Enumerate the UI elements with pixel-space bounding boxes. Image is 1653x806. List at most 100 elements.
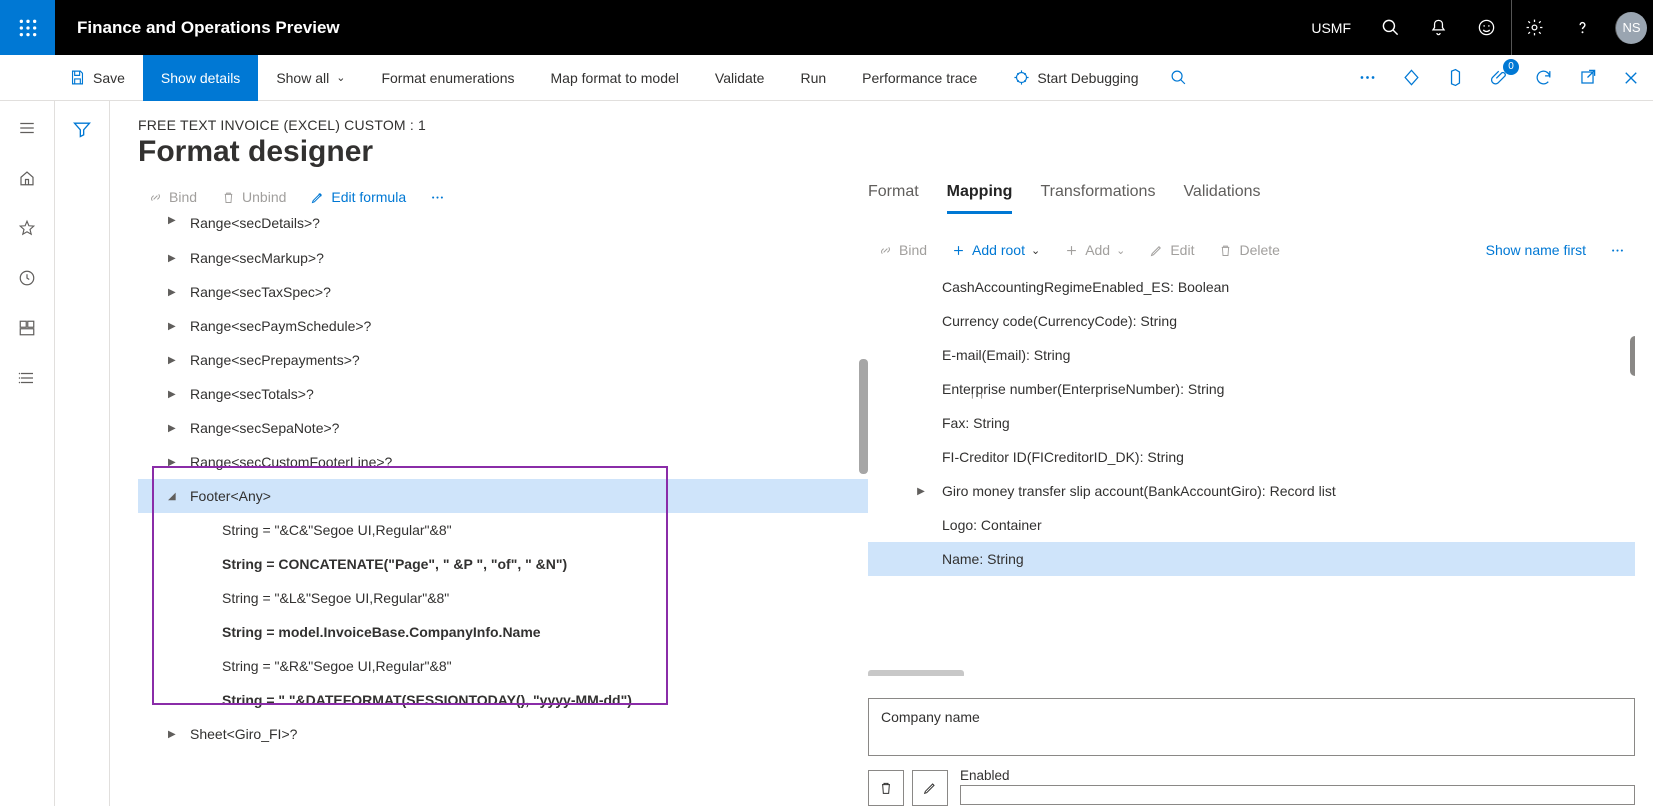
bind-button-right: Bind [868,236,937,264]
mapping-row[interactable]: Logo: Container [868,508,1635,542]
mapping-row[interactable]: FI-Creditor ID(FICreditorID_DK): String [868,440,1635,474]
add-root-dropdown[interactable]: Add root ⌄ [941,236,1050,264]
tree-row[interactable]: ▶Range<secPrepayments>? [138,343,868,377]
help-button[interactable] [1559,0,1605,55]
mapping-row[interactable]: CashAccountingRegimeEnabled_ES: Boolean [868,270,1635,304]
nav-favorites[interactable] [0,205,55,251]
tools-diamond-button[interactable] [1389,55,1433,101]
tree-label: String = "&R&"Segoe UI,Regular"&8" [222,658,452,674]
save-button[interactable]: Save [55,55,143,101]
format-enumerations-button[interactable]: Format enumerations [363,55,532,101]
home-icon [18,169,36,187]
tree-row[interactable]: String = model.InvoiceBase.CompanyInfo.N… [138,615,868,649]
feedback-button[interactable] [1463,0,1509,55]
mapping-row[interactable]: Currency code(CurrencyCode): String [868,304,1635,338]
tree-label: Footer<Any> [190,488,271,504]
close-page-button[interactable] [1609,55,1653,101]
description-field[interactable]: Company name [868,698,1635,756]
performance-trace-button[interactable]: Performance trace [844,55,995,101]
nav-collapse-button[interactable] [0,105,55,151]
tree-expander-icon[interactable]: ▶ [168,423,182,434]
edit-button: Edit [1139,236,1204,264]
cmdbar-search-button[interactable] [1157,55,1201,101]
tree-expander-icon[interactable]: ▶ [168,457,182,468]
mapping-scrollbar[interactable] [1630,336,1635,376]
debug-icon [1013,69,1030,86]
run-button[interactable]: Run [782,55,844,101]
attachments-button[interactable]: 0 [1477,55,1521,101]
tree-expander-icon[interactable]: ▶ [168,253,182,264]
tree-row[interactable]: ▶Range<secCustomFooterLine>? [138,445,868,479]
refresh-button[interactable] [1521,55,1565,101]
tab-format[interactable]: Format [868,179,919,214]
notifications-button[interactable] [1415,0,1461,55]
tree-expander-icon[interactable]: ▶ [168,321,182,332]
tree-row[interactable]: ▶Range<secTotals>? [138,377,868,411]
tree-row[interactable]: String = " "&DATEFORMAT(SESSIONTODAY(), … [138,683,868,717]
mapping-hscrollbar[interactable] [868,670,964,676]
company-code[interactable]: USMF [1311,20,1365,36]
tree-row[interactable]: ▶Range<secTaxSpec>? [138,275,868,309]
mapping-label: Name: String [942,551,1024,567]
tab-mapping[interactable]: Mapping [947,179,1013,214]
bind-button-left: Bind [138,183,207,211]
tree-row[interactable]: ▶Sheet<Giro_FI>? [138,717,868,751]
nav-modules[interactable] [0,355,55,401]
filter-button[interactable] [72,119,92,806]
show-details-button[interactable]: Show details [143,55,258,101]
mapping-row[interactable]: Fax: String [868,406,1635,440]
clock-icon [18,269,36,287]
tab-validations[interactable]: Validations [1183,179,1260,214]
tree-expander-icon[interactable]: ▶ [168,287,182,298]
nav-recents[interactable] [0,255,55,301]
tree-row[interactable]: ▶Range<secSepaNote>? [138,411,868,445]
left-overflow-button[interactable] [420,184,455,211]
mapping-label: Giro money transfer slip account(BankAcc… [942,483,1336,499]
app-launcher[interactable] [0,0,55,55]
tree-expander-icon[interactable]: ▶ [168,355,182,366]
global-search-button[interactable] [1367,0,1413,55]
mapping-label: Enterprise number(EnterpriseNumber): Str… [942,381,1224,397]
tree-row[interactable]: String = "&R&"Segoe UI,Regular"&8" [138,649,868,683]
overflow-button[interactable] [1345,55,1389,101]
mapping-row[interactable]: Enterprise number(EnterpriseNumber): Str… [868,372,1635,406]
tree-row[interactable]: String = CONCATENATE("Page", " &P ", "of… [138,547,868,581]
office-app-button[interactable] [1433,55,1477,101]
tree-expander-icon[interactable]: ◢ [168,491,182,502]
plus-icon [1064,243,1079,258]
user-avatar[interactable]: NS [1615,12,1647,44]
more-icon [430,190,445,205]
mapping-row[interactable]: ▶ Giro money transfer slip account(BankAc… [868,474,1635,508]
show-all-dropdown[interactable]: Show all ⌄ [258,55,363,101]
field-delete-button[interactable] [868,770,904,806]
nav-workspaces[interactable] [0,305,55,351]
nav-home[interactable] [0,155,55,201]
start-debugging-button[interactable]: Start Debugging [995,55,1156,101]
map-format-to-model-button[interactable]: Map format to model [533,55,697,101]
enabled-field[interactable] [960,785,1635,805]
tree-expander-icon[interactable]: ▶ [168,215,182,226]
tree-row[interactable]: ◢ Footer<Any> [138,479,868,513]
edit-formula-button[interactable]: Edit formula [300,183,416,211]
app-title: Finance and Operations Preview [55,18,340,38]
tree-row[interactable]: ▶Range<secDetails>? [138,215,868,241]
tab-transformations[interactable]: Transformations [1040,179,1155,214]
tree-row[interactable]: ▶Range<secPaymSchedule>? [138,309,868,343]
validate-button[interactable]: Validate [697,55,783,101]
right-overflow-button[interactable] [1600,237,1635,264]
mapping-expander-icon[interactable]: ▶ [910,486,932,497]
tree-row[interactable]: String = "&C&"Segoe UI,Regular"&8" [138,513,868,547]
field-edit-button[interactable] [912,770,948,806]
mapping-label: E-mail(Email): String [942,347,1070,363]
show-name-first-button[interactable]: Show name first [1476,236,1596,264]
settings-button[interactable] [1511,0,1557,55]
tree-row[interactable]: String = "&L&"Segoe UI,Regular"&8" [138,581,868,615]
tree-expander-icon[interactable]: ▶ [168,389,182,400]
tree-row[interactable]: ▶Range<secMarkup>? [138,241,868,275]
mapping-row[interactable]: Name: String [868,542,1635,576]
mapping-row[interactable]: E-mail(Email): String [868,338,1635,372]
tree-expander-icon[interactable]: ▶ [168,729,182,740]
tree-scrollbar[interactable] [859,359,868,474]
popout-button[interactable] [1565,55,1609,101]
delete-button: Delete [1208,236,1289,264]
